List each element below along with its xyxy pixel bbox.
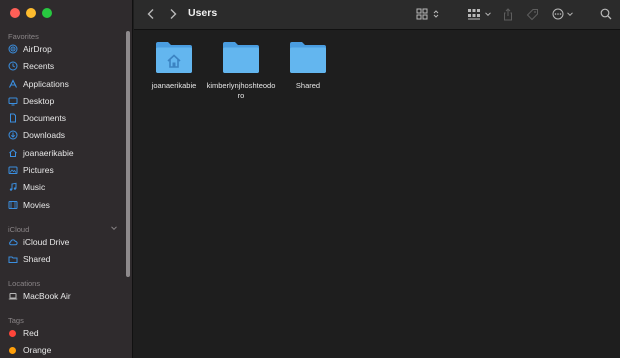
home-folder-icon	[156, 42, 192, 73]
red-tag-dot	[9, 329, 16, 337]
back-button[interactable]	[144, 6, 158, 22]
section-favorites: Favorites	[8, 32, 39, 41]
sidebar-item-label: Documents	[23, 113, 66, 123]
ellipsis-circle-icon	[552, 8, 564, 20]
chevron-updown-icon	[433, 10, 439, 18]
chevron-right-icon	[170, 9, 177, 19]
sidebar-item-icloud-drive[interactable]: iCloud Drive	[8, 235, 120, 249]
music-icon	[8, 182, 18, 192]
sidebar-item-label: Desktop	[23, 96, 55, 106]
sidebar-item-home[interactable]: joanaerikabie	[8, 146, 120, 160]
minimize-button[interactable]	[26, 8, 36, 18]
folder-item-shared[interactable]: Shared	[270, 40, 346, 91]
cloud-icon	[8, 237, 18, 247]
folder-icon	[290, 42, 326, 73]
view-mode-button[interactable]	[414, 6, 442, 22]
sidebar-item-label: joanaerikabie	[23, 148, 74, 158]
sidebar-item-label: Downloads	[23, 130, 66, 140]
sidebar-tag-red[interactable]: Red	[8, 326, 120, 340]
window-title: Users	[188, 7, 218, 19]
sidebar-item-desktop[interactable]: Desktop	[8, 94, 120, 108]
sidebar-item-label: Pictures	[23, 165, 54, 175]
sidebar-item-documents[interactable]: Documents	[8, 111, 120, 125]
sidebar-item-label: Applications	[23, 79, 69, 89]
orange-tag-dot	[9, 346, 16, 354]
close-button[interactable]	[10, 8, 20, 18]
sidebar-item-music[interactable]: Music	[8, 180, 120, 194]
document-icon	[8, 113, 18, 123]
movies-icon	[8, 200, 18, 210]
sidebar-item-label: AirDrop	[23, 44, 52, 54]
sidebar-item-label: Recents	[23, 61, 55, 71]
airdrop-icon	[8, 44, 18, 54]
section-tags: Tags	[8, 316, 24, 325]
section-icloud: iCloud	[8, 225, 30, 234]
share-button[interactable]	[501, 6, 515, 22]
folder-item-kimberlynjhoshteodoro[interactable]: kimberlynjhoshteodoro	[203, 40, 279, 101]
home-icon	[8, 148, 18, 158]
folder-label: joanaerikabie	[151, 81, 197, 90]
pictures-icon	[8, 165, 18, 175]
sidebar-item-downloads[interactable]: Downloads	[8, 128, 120, 142]
sidebar-item-macbook-air[interactable]: MacBook Air	[8, 289, 120, 303]
folder-item-joanaerikabie[interactable]: joanaerikabie	[136, 40, 212, 91]
group-button[interactable]	[466, 6, 492, 22]
sidebar-item-recents[interactable]: Recents	[8, 59, 120, 73]
finder-window: Favorites AirDrop Recents Applications D…	[0, 0, 620, 358]
window-controls	[10, 8, 52, 18]
chevron-left-icon	[147, 9, 154, 19]
download-icon	[8, 130, 18, 140]
zoom-button[interactable]	[42, 8, 52, 18]
chevron-down-icon	[567, 12, 573, 17]
toolbar: Users	[134, 0, 620, 30]
desktop-icon	[8, 96, 18, 106]
folder-label: Shared	[295, 81, 321, 90]
more-actions-button[interactable]	[551, 6, 575, 22]
tag-icon	[526, 8, 538, 20]
laptop-icon	[8, 291, 18, 301]
sidebar: Favorites AirDrop Recents Applications D…	[0, 0, 133, 358]
share-icon	[504, 7, 512, 20]
sidebar-scrollbar[interactable]	[126, 31, 130, 277]
sidebar-item-applications[interactable]: Applications	[8, 77, 120, 91]
sidebar-item-pictures[interactable]: Pictures	[8, 163, 120, 177]
sidebar-item-label: iCloud Drive	[23, 237, 70, 247]
chevron-down-icon	[484, 12, 491, 17]
section-locations: Locations	[8, 279, 41, 288]
sidebar-item-airdrop[interactable]: AirDrop	[8, 42, 120, 56]
tag-button[interactable]	[524, 6, 540, 22]
sidebar-item-label: Shared	[23, 254, 51, 264]
applications-icon	[8, 79, 18, 89]
search-button[interactable]	[599, 6, 613, 22]
search-icon	[600, 8, 612, 20]
shared-folder-icon	[8, 254, 18, 264]
sidebar-item-label: Red	[23, 328, 39, 338]
sidebar-item-shared[interactable]: Shared	[8, 252, 120, 266]
folder-label: kimberlynjhoshteodoro	[206, 81, 276, 100]
clock-icon	[8, 61, 18, 71]
sidebar-item-label: Movies	[23, 200, 50, 210]
sidebar-item-label: Music	[23, 182, 46, 192]
sidebar-item-movies[interactable]: Movies	[8, 198, 120, 212]
file-browser: joanaerikabie kimberlynjhoshteodoro Shar…	[134, 30, 620, 358]
sidebar-item-label: Orange	[23, 345, 52, 355]
sidebar-tag-orange[interactable]: Orange	[8, 343, 120, 357]
group-grid-icon	[467, 9, 480, 20]
folder-icon	[223, 42, 259, 73]
forward-button[interactable]	[166, 6, 180, 22]
chevron-down-icon[interactable]	[110, 224, 118, 232]
sidebar-item-label: MacBook Air	[23, 291, 71, 301]
grid-icon	[416, 8, 428, 20]
